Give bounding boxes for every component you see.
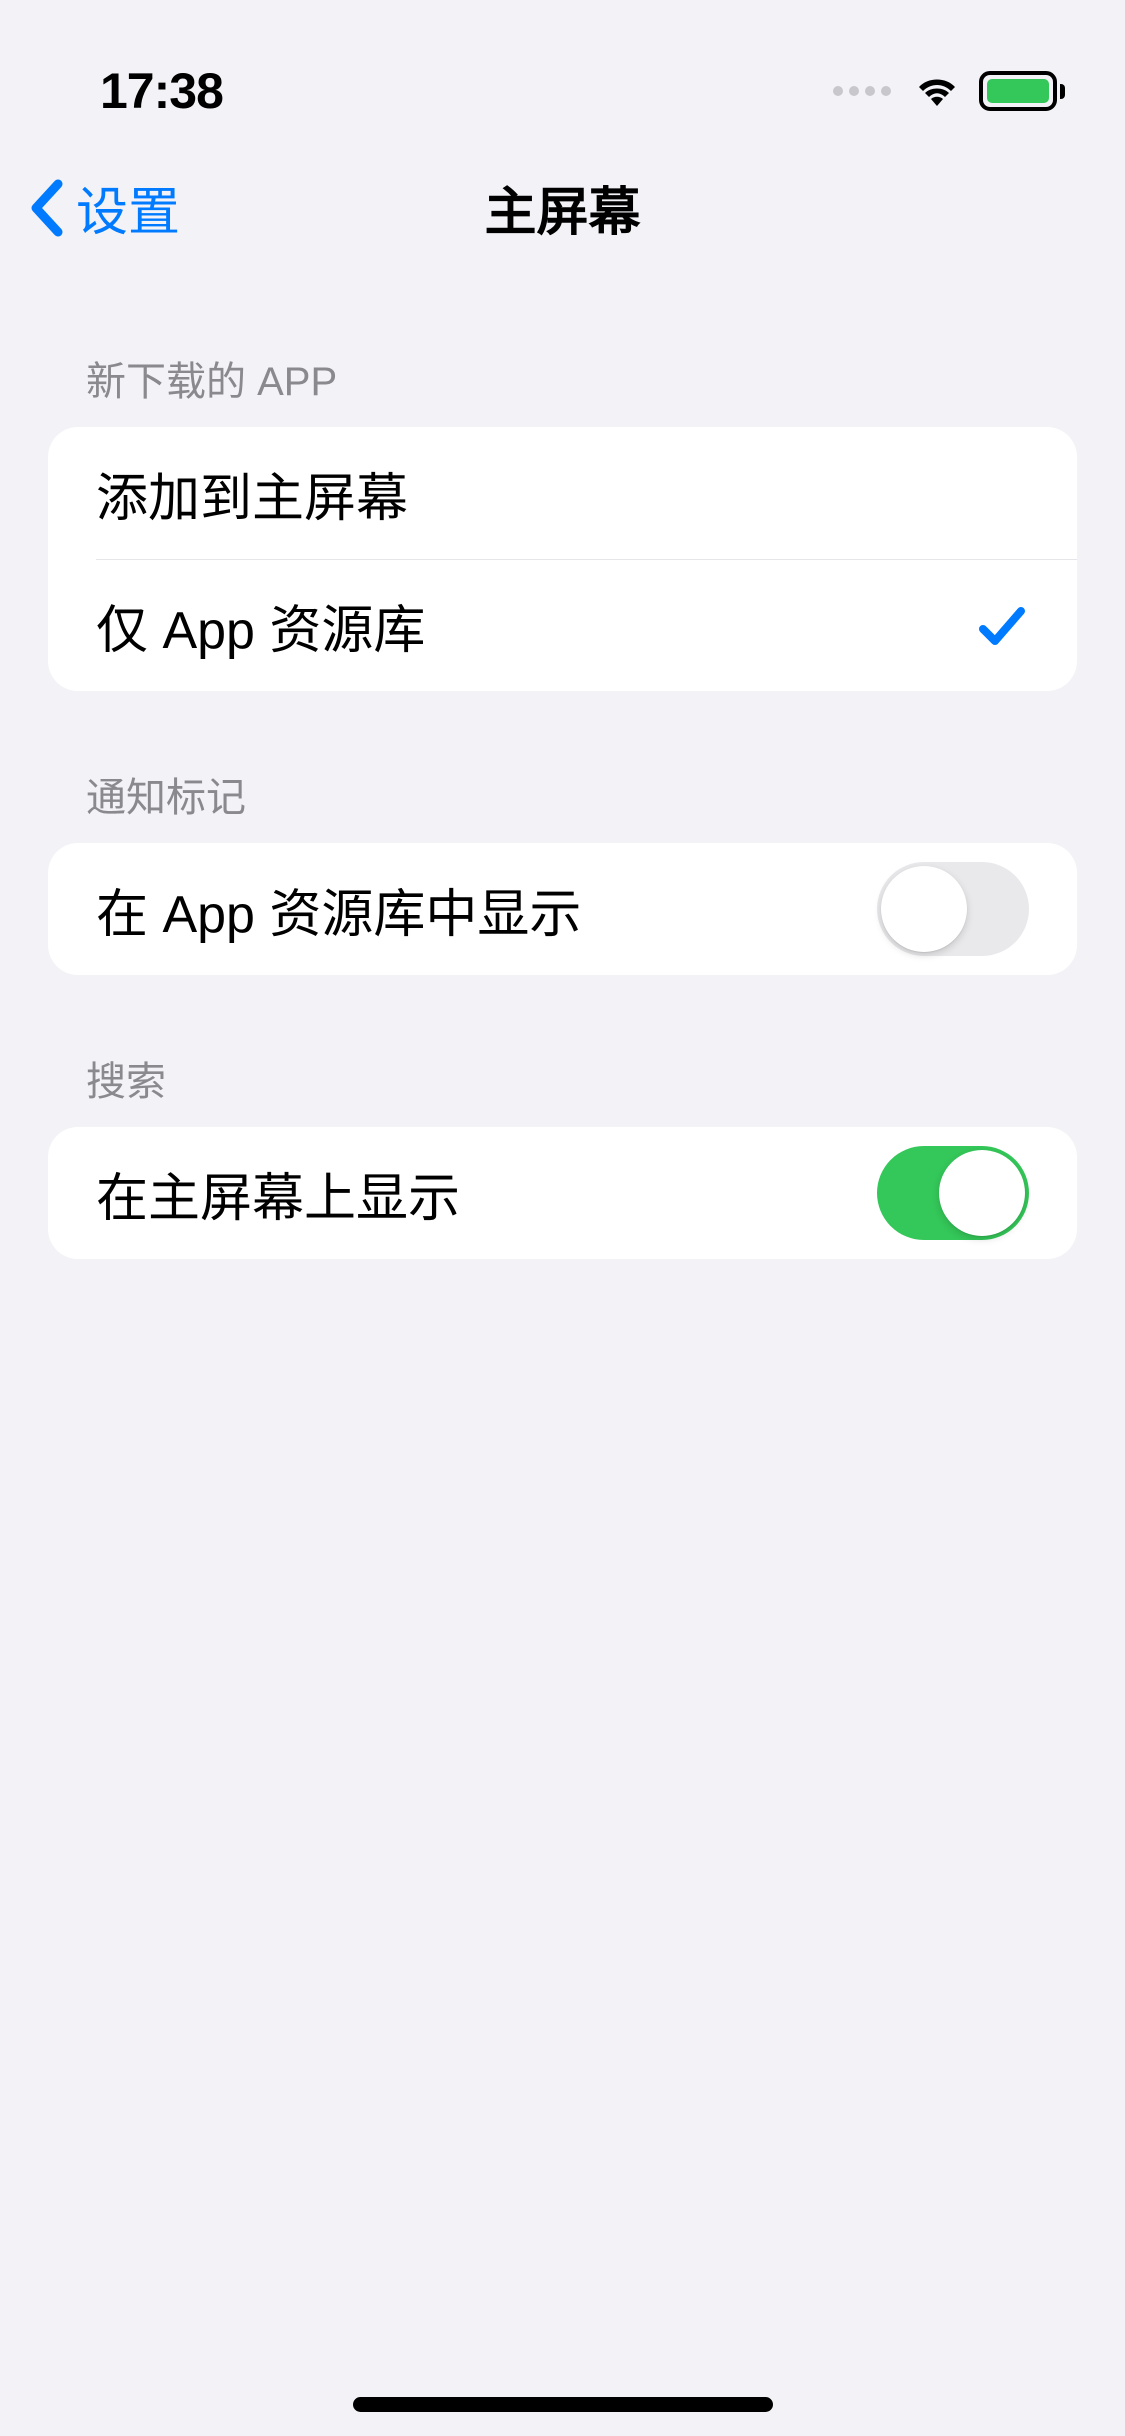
group-notification-badges: 在 App 资源库中显示: [48, 843, 1077, 975]
row-label: 添加到主屏幕: [96, 456, 408, 531]
group-new-apps: 添加到主屏幕 仅 App 资源库: [48, 427, 1077, 691]
status-time: 17:38: [100, 62, 223, 120]
option-app-library-only[interactable]: 仅 App 资源库: [96, 559, 1077, 691]
row-label: 在 App 资源库中显示: [96, 872, 581, 947]
status-indicators: [833, 71, 1065, 111]
nav-bar: 设置 主屏幕: [0, 140, 1125, 275]
section-header-new-apps: 新下载的 APP: [48, 275, 1077, 427]
battery-icon: [979, 71, 1065, 111]
back-button[interactable]: 设置: [28, 170, 180, 245]
status-bar: 17:38: [0, 0, 1125, 140]
cellular-icon: [833, 86, 891, 96]
toggle-show-in-app-library[interactable]: [877, 862, 1029, 956]
row-label: 在主屏幕上显示: [96, 1156, 460, 1231]
section-header-search: 搜索: [48, 975, 1077, 1127]
back-label: 设置: [76, 170, 180, 245]
home-indicator[interactable]: [353, 2397, 773, 2412]
page-title: 主屏幕: [484, 170, 640, 245]
checkmark-icon: [975, 599, 1029, 653]
row-show-in-app-library: 在 App 资源库中显示: [48, 843, 1077, 975]
option-add-to-home[interactable]: 添加到主屏幕: [48, 427, 1077, 559]
group-search: 在主屏幕上显示: [48, 1127, 1077, 1259]
row-show-on-home: 在主屏幕上显示: [48, 1127, 1077, 1259]
toggle-show-on-home[interactable]: [877, 1146, 1029, 1240]
content: 新下载的 APP 添加到主屏幕 仅 App 资源库 通知标记 在 App 资源库…: [0, 275, 1125, 1259]
section-header-notification-badges: 通知标记: [48, 691, 1077, 843]
chevron-left-icon: [28, 178, 64, 238]
row-label: 仅 App 资源库: [96, 588, 425, 663]
wifi-icon: [911, 71, 963, 111]
